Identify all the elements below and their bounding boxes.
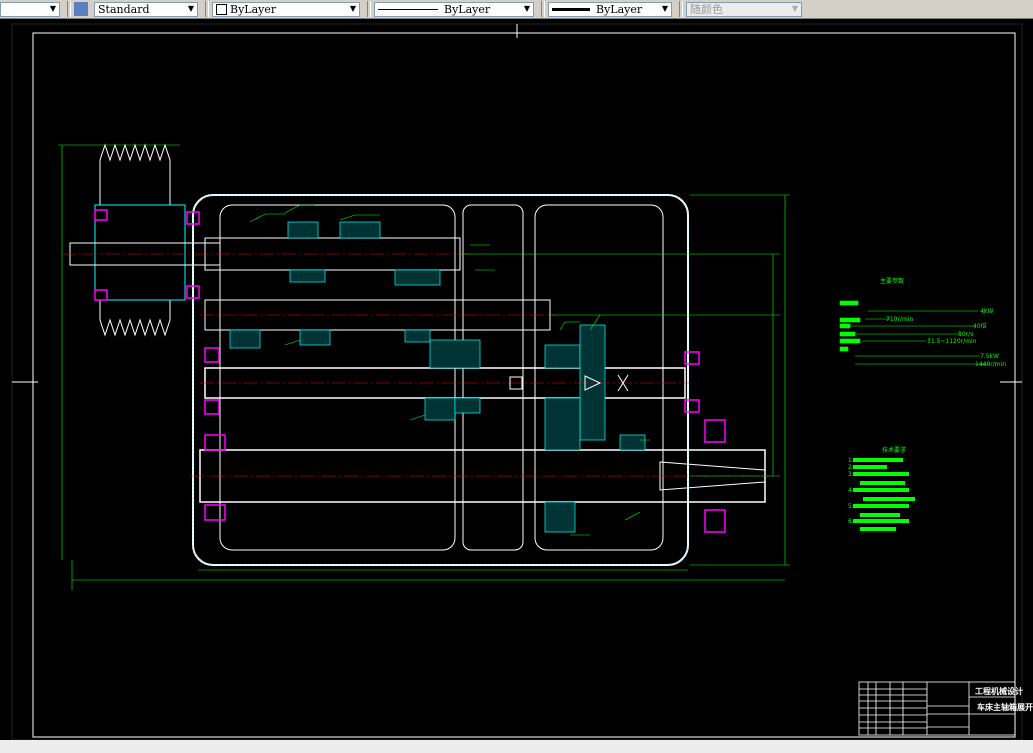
toolbar-separator: [541, 1, 545, 17]
lineweight-preview-icon: [552, 7, 590, 11]
requirement-line: 2.: [848, 464, 854, 471]
linetype-dropdown[interactable]: ByLayer ▼: [374, 1, 534, 17]
chevron-down-icon: ▼: [349, 3, 356, 13]
chevron-down-icon: ▼: [187, 3, 194, 13]
toolbar-separator: [679, 1, 683, 17]
title-block-drawing-name: 车床主轴箱展开图: [977, 702, 1033, 712]
text-style-value: Standard: [98, 2, 150, 16]
centerlines: [62, 253, 770, 477]
linetype-preview-icon: [378, 8, 438, 10]
spec-value: 31.5~1120r/min: [927, 338, 977, 345]
linetype-value: ByLayer: [444, 2, 491, 16]
spec-value: 1440r/min: [975, 361, 1006, 368]
toolbar-separator: [205, 1, 209, 17]
color-swatch-icon: [216, 3, 227, 15]
requirement-line: 4.: [848, 487, 854, 494]
requirement-line: 6.: [848, 518, 854, 525]
spec-value: 710r/min: [886, 316, 913, 323]
technical-requirements: 技术要求 1. 2. 3. 4. 5. 6.: [848, 446, 915, 531]
requirement-line: 3.: [848, 471, 854, 478]
spec-value: 40倍: [973, 322, 987, 330]
title-block-project: 工程机械设计: [975, 686, 1023, 696]
shafts: [199, 237, 766, 503]
bearings: [94, 209, 726, 533]
chevron-down-icon: ▼: [49, 3, 56, 13]
gears: [229, 221, 646, 533]
chevron-down-icon: ▼: [791, 3, 798, 13]
spec-value: 7.5kW: [980, 353, 999, 360]
plot-style-value: 随颜色: [690, 3, 723, 16]
drawing-canvas[interactable]: 主要参数 4KW 710r/min 40倍 80r/s 31.5~1120r/m…: [0, 19, 1033, 740]
spec-table-title: 主要参数: [880, 277, 904, 285]
tech-requirements-title: 技术要求: [882, 446, 906, 454]
text-style-dropdown[interactable]: Standard ▼: [94, 1, 198, 17]
layer-dropdown[interactable]: ▼: [0, 1, 60, 17]
requirement-line: 5.: [848, 503, 854, 510]
properties-toolbar: ▼ Standard ▼ ByLayer ▼ ByLayer ▼ ByLayer ▼ 随…: [0, 0, 1033, 19]
sheet-outline: [11, 23, 1023, 740]
plot-style-dropdown: 随颜色 ▼: [686, 1, 802, 17]
spec-value: 80r/s: [958, 331, 973, 338]
status-bar: [0, 740, 1033, 753]
chevron-down-icon: ▼: [523, 3, 530, 13]
drawing-border: [32, 32, 1016, 738]
lineweight-value: ByLayer: [596, 2, 643, 16]
color-dropdown[interactable]: ByLayer ▼: [212, 1, 360, 17]
gearbox-housing: [192, 194, 689, 566]
requirement-line: 1.: [848, 457, 854, 464]
v-belt-pulley: [69, 143, 221, 337]
text-style-icon[interactable]: [74, 2, 88, 16]
spec-value: 4KW: [980, 308, 994, 315]
lineweight-dropdown[interactable]: ByLayer ▼: [548, 1, 672, 17]
chevron-down-icon: ▼: [661, 3, 668, 13]
color-value: ByLayer: [230, 2, 277, 16]
toolbar-separator: [367, 1, 371, 17]
toolbar-separator: [67, 1, 71, 17]
spec-table: 主要参数 4KW 710r/min 40倍 80r/s 31.5~1120r/m…: [839, 277, 1006, 368]
